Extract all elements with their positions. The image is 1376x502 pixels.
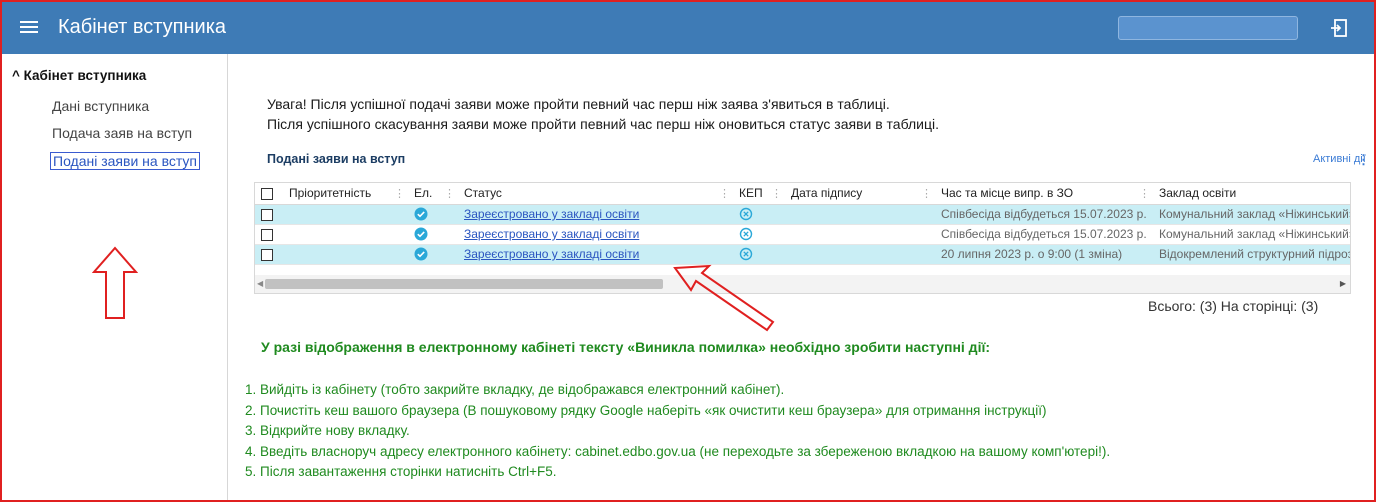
main-content: Увага! Після успішної подачі заяви може … [229, 54, 1374, 500]
cell-sign-date [785, 204, 935, 225]
notice-line-1: Увага! Після успішної подачі заяви може … [267, 96, 890, 112]
warning-step: 2. Почистіть кеш вашого браузера (В пошу… [245, 402, 1047, 418]
warning-step: 5. Після завантаження сторінки натисніть… [245, 464, 557, 479]
cancel-circle-icon [739, 208, 753, 221]
cell-priority [283, 244, 408, 265]
status-link[interactable]: Зареєстровано у закладі освіти [464, 207, 639, 221]
cell-school: Комунальний заклад «Ніжинський» [1153, 224, 1350, 245]
cell-exam-time: Співбесіда відбудеться 15.07.2023 р. [935, 224, 1153, 245]
column-kep[interactable]: КЕП ⋮ [733, 183, 785, 205]
cell-exam-time: 20 липня 2023 р. о 9:00 (1 зміна) [935, 244, 1153, 265]
notice-line-2: Після успішного скасування заяви може пр… [267, 116, 939, 132]
column-menu-icon[interactable]: ⋮ [444, 187, 455, 200]
warning-title: У разі відображення в електронному кабін… [261, 339, 991, 355]
cell-status: Зареєстровано у закладі освіти [458, 224, 733, 245]
table-row[interactable]: Зареєстровано у закладі освіти Співбесід… [255, 204, 1350, 225]
cell-school: Комунальний заклад «Ніжинський» [1153, 204, 1350, 225]
column-label: Пріоритетність [289, 186, 372, 201]
column-label: Дата підпису [791, 186, 863, 201]
notice-text: Увага! Після успішної подачі заяви може … [267, 94, 939, 134]
cancel-circle-icon [739, 228, 753, 241]
warning-steps: 1. Вийдіть із кабінету (тобто закрийте в… [245, 380, 1110, 483]
status-link[interactable]: Зареєстровано у закладі освіти [464, 247, 639, 261]
scroll-right-icon[interactable]: ▶ [1340, 279, 1346, 288]
table-header-row: Пріоритетність ⋮ Ел. ⋮ Статус ⋮ КЕП ⋮ Дата п… [255, 183, 1350, 205]
table-total-count: Всього: (3) На сторінці: (3) [1148, 298, 1319, 314]
warning-step: 4. Введіть власноруч адресу електронного… [245, 443, 1111, 459]
more-vert-icon[interactable]: ⋮ [1357, 152, 1370, 168]
cell-sign-date [785, 224, 935, 245]
annotation-diagonal-arrow [673, 264, 775, 332]
check-circle-icon [414, 247, 428, 261]
column-label: КЕП [739, 186, 763, 201]
column-label: Статус [464, 186, 502, 201]
cell-exam-time: Співбесіда відбудеться 15.07.2023 р. [935, 204, 1153, 225]
column-status[interactable]: Статус ⋮ [458, 183, 733, 205]
column-label: Час та місце випр. в ЗО [941, 186, 1074, 201]
column-school[interactable]: Заклад освіти [1153, 183, 1350, 205]
scrollbar-thumb[interactable] [265, 279, 663, 289]
cell-school: Відокремлений структурний підрозділ [1153, 244, 1350, 265]
column-menu-icon[interactable]: ⋮ [771, 187, 782, 200]
warning-step: 3. Відкрийте нову вкладку. [245, 423, 410, 438]
column-sign-date[interactable]: Дата підпису ⋮ [785, 183, 935, 205]
cell-priority [283, 224, 408, 245]
select-all-checkbox[interactable] [255, 183, 283, 205]
warning-step: 1. Вийдіть із кабінету (тобто закрийте в… [245, 382, 785, 397]
table-row[interactable]: Зареєстровано у закладі освіти Співбесід… [255, 224, 1350, 245]
row-checkbox[interactable] [255, 224, 283, 245]
sidebar-item-applicant-data[interactable]: Дані вступника [52, 98, 149, 114]
check-circle-icon [414, 207, 428, 221]
column-exam-time[interactable]: Час та місце випр. в ЗО ⋮ [935, 183, 1153, 205]
column-electronic[interactable]: Ел. ⋮ [408, 183, 458, 205]
cell-kep [733, 224, 785, 245]
sidebar-item-submit-application[interactable]: Подача заяв на вступ [52, 125, 192, 141]
header-search-input[interactable] [1118, 16, 1298, 40]
cell-electronic [408, 204, 458, 225]
cell-priority [283, 204, 408, 225]
logout-icon[interactable] [1328, 17, 1350, 39]
sidebar-group-cabinet[interactable]: ^ Кабінет вступника [12, 68, 146, 83]
cell-electronic [408, 244, 458, 265]
sidebar-item-submitted-applications[interactable]: Подані заяви на вступ [50, 152, 200, 170]
cell-status: Зареєстровано у закладі освіти [458, 204, 733, 225]
column-menu-icon[interactable]: ⋮ [1139, 187, 1150, 200]
table-row[interactable]: Зареєстровано у закладі освіти 20 липня … [255, 244, 1350, 265]
horizontal-scrollbar[interactable]: ◀ ▶ [255, 275, 1350, 293]
check-circle-icon [414, 227, 428, 241]
app-title: Кабінет вступника [58, 16, 227, 38]
column-menu-icon[interactable]: ⋮ [719, 187, 730, 200]
scroll-left-icon[interactable]: ◀ [257, 279, 263, 288]
cell-kep [733, 204, 785, 225]
column-label: Заклад освіти [1159, 186, 1237, 201]
status-link[interactable]: Зареєстровано у закладі освіти [464, 227, 639, 241]
column-label: Ел. [414, 186, 433, 201]
annotation-up-arrow [92, 246, 138, 319]
row-checkbox[interactable] [255, 204, 283, 225]
sidebar: ^ Кабінет вступника Дані вступника Подач… [2, 54, 228, 500]
column-priority[interactable]: Пріоритетність ⋮ [283, 183, 408, 205]
row-checkbox[interactable] [255, 244, 283, 265]
applications-table: Пріоритетність ⋮ Ел. ⋮ Статус ⋮ КЕП ⋮ Дата п… [254, 182, 1351, 294]
cell-sign-date [785, 244, 935, 265]
app-header: Кабінет вступника [2, 2, 1374, 54]
column-menu-icon[interactable]: ⋮ [921, 187, 932, 200]
grid-title: Подані заяви на вступ [267, 152, 406, 166]
hamburger-menu-icon[interactable] [20, 18, 38, 38]
column-menu-icon[interactable]: ⋮ [394, 187, 405, 200]
cell-electronic [408, 224, 458, 245]
